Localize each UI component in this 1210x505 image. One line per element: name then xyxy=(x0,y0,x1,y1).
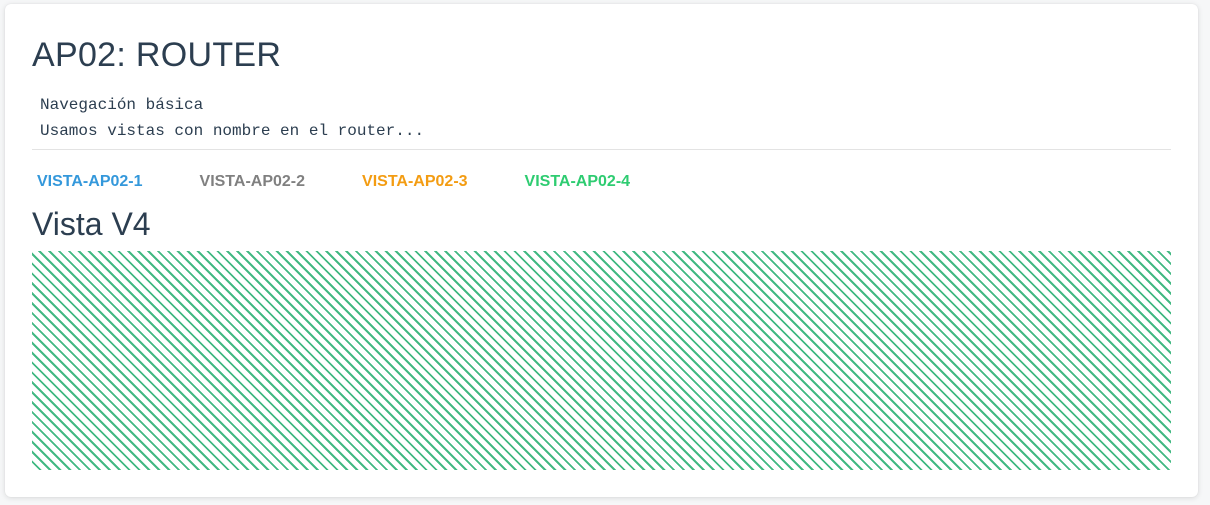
view-title: Vista V4 xyxy=(32,206,151,242)
description-line-1: Navegación básica xyxy=(40,96,204,114)
divider xyxy=(32,149,1171,150)
description: Navegación básica Usamos vistas con nomb… xyxy=(40,92,424,144)
page-title: AP02: ROUTER xyxy=(32,36,282,74)
nav-link-vista-ap02-2[interactable]: VISTA-AP02-2 xyxy=(200,170,306,194)
nav-link-vista-ap02-1[interactable]: VISTA-AP02-1 xyxy=(37,170,143,194)
nav-link-vista-ap02-4[interactable]: VISTA-AP02-4 xyxy=(525,170,631,194)
main-card: AP02: ROUTER Navegación básica Usamos vi… xyxy=(5,4,1198,497)
description-line-2: Usamos vistas con nombre en el router... xyxy=(40,122,425,140)
nav-link-vista-ap02-3[interactable]: VISTA-AP02-3 xyxy=(362,170,468,194)
view-striped-pattern xyxy=(32,251,1171,470)
router-nav: VISTA-AP02-1 VISTA-AP02-2 VISTA-AP02-3 V… xyxy=(37,170,687,194)
